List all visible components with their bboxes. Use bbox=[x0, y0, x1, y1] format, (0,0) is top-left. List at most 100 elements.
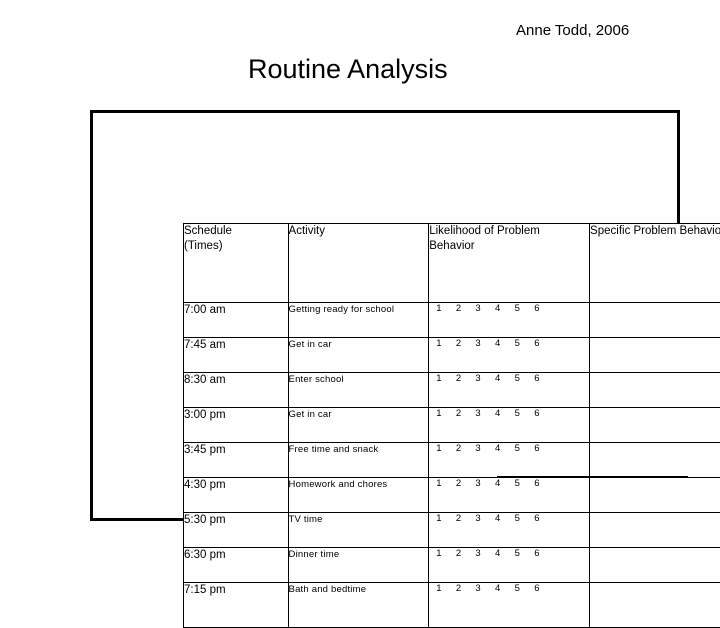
likelihood-option-4[interactable]: 4 bbox=[495, 548, 515, 560]
column-header-activity: Activity bbox=[288, 224, 429, 303]
cell-specific-problem-behavior[interactable] bbox=[590, 408, 720, 443]
likelihood-option-4[interactable]: 4 bbox=[495, 583, 515, 595]
column-header-likelihood-line1: Likelihood of Problem bbox=[429, 224, 589, 239]
likelihood-option-6[interactable]: 6 bbox=[534, 338, 554, 350]
cell-schedule-time: 5:30 pm bbox=[184, 513, 289, 548]
table-row: 8:30 amEnter school 123456 bbox=[184, 373, 720, 408]
cell-activity: Enter school bbox=[288, 373, 429, 408]
cell-specific-problem-behavior[interactable] bbox=[590, 548, 720, 583]
table-row: 6:30 pmDinner time123456 bbox=[184, 548, 720, 583]
likelihood-option-4[interactable]: 4 bbox=[495, 478, 515, 490]
cell-specific-problem-behavior[interactable] bbox=[590, 513, 720, 548]
likelihood-option-3[interactable]: 3 bbox=[475, 303, 495, 315]
likelihood-scale: 123456 bbox=[436, 548, 554, 560]
likelihood-option-5[interactable]: 5 bbox=[515, 548, 535, 560]
likelihood-option-5[interactable]: 5 bbox=[515, 338, 535, 350]
page-title: Routine Analysis bbox=[248, 52, 498, 86]
cell-specific-problem-behavior[interactable] bbox=[590, 373, 720, 408]
likelihood-option-2[interactable]: 2 bbox=[456, 478, 476, 490]
cell-likelihood-scale: 123456 bbox=[429, 478, 590, 513]
cell-likelihood-scale: 123456 bbox=[429, 583, 590, 628]
likelihood-option-6[interactable]: 6 bbox=[534, 513, 554, 525]
likelihood-option-4[interactable]: 4 bbox=[495, 513, 515, 525]
column-header-schedule-line2: (Times) bbox=[184, 239, 288, 254]
cell-specific-problem-behavior[interactable] bbox=[590, 338, 720, 373]
table-header-row: Schedule (Times) Activity Likelihood of … bbox=[184, 224, 720, 303]
routine-analysis-table-frame: Schedule (Times) Activity Likelihood of … bbox=[90, 110, 680, 521]
cell-likelihood-scale: 123456 bbox=[429, 513, 590, 548]
likelihood-option-2[interactable]: 2 bbox=[456, 443, 476, 455]
likelihood-option-5[interactable]: 5 bbox=[515, 373, 535, 385]
likelihood-option-3[interactable]: 3 bbox=[475, 513, 495, 525]
likelihood-option-2[interactable]: 2 bbox=[456, 408, 476, 420]
column-header-schedule: Schedule (Times) bbox=[184, 224, 289, 303]
likelihood-option-6[interactable]: 6 bbox=[534, 583, 554, 595]
cell-activity: Free time and snack bbox=[288, 443, 429, 478]
cell-specific-problem-behavior[interactable] bbox=[590, 443, 720, 478]
table-row: 7:15 pmBath and bedtime123456 bbox=[184, 583, 720, 628]
likelihood-option-2[interactable]: 2 bbox=[456, 303, 476, 315]
likelihood-option-5[interactable]: 5 bbox=[515, 583, 535, 595]
likelihood-scale: 123456 bbox=[436, 373, 554, 385]
likelihood-option-6[interactable]: 6 bbox=[534, 303, 554, 315]
cell-specific-problem-behavior[interactable] bbox=[590, 478, 720, 513]
cell-likelihood-scale: 123456 bbox=[429, 373, 590, 408]
likelihood-option-2[interactable]: 2 bbox=[456, 338, 476, 350]
column-header-specific-line1: Specific Problem Behavior bbox=[590, 224, 720, 239]
likelihood-option-2[interactable]: 2 bbox=[456, 373, 476, 385]
likelihood-option-4[interactable]: 4 bbox=[495, 373, 515, 385]
likelihood-scale: 123456 bbox=[436, 338, 554, 350]
likelihood-option-5[interactable]: 5 bbox=[515, 513, 535, 525]
likelihood-option-1[interactable]: 1 bbox=[436, 548, 456, 560]
likelihood-scale: 123456 bbox=[436, 513, 554, 525]
likelihood-option-6[interactable]: 6 bbox=[534, 408, 554, 420]
table-row: 4:30 pmHomework and chores123456 bbox=[184, 478, 720, 513]
table-row: 3:45 pmFree time and snack123456 bbox=[184, 443, 720, 478]
likelihood-option-1[interactable]: 1 bbox=[436, 583, 456, 595]
cell-schedule-time: 8:30 am bbox=[184, 373, 289, 408]
cell-activity: Getting ready for school bbox=[288, 303, 429, 338]
routine-analysis-table: Schedule (Times) Activity Likelihood of … bbox=[183, 223, 720, 628]
likelihood-option-4[interactable]: 4 bbox=[495, 408, 515, 420]
likelihood-option-1[interactable]: 1 bbox=[436, 513, 456, 525]
column-header-activity-line1: Activity bbox=[289, 224, 429, 239]
likelihood-option-4[interactable]: 4 bbox=[495, 443, 515, 455]
likelihood-option-1[interactable]: 1 bbox=[436, 443, 456, 455]
likelihood-option-6[interactable]: 6 bbox=[534, 478, 554, 490]
likelihood-option-6[interactable]: 6 bbox=[534, 548, 554, 560]
likelihood-option-3[interactable]: 3 bbox=[475, 408, 495, 420]
likelihood-option-3[interactable]: 3 bbox=[475, 548, 495, 560]
likelihood-option-4[interactable]: 4 bbox=[495, 303, 515, 315]
likelihood-option-5[interactable]: 5 bbox=[515, 478, 535, 490]
likelihood-option-2[interactable]: 2 bbox=[456, 583, 476, 595]
cell-activity: Get in car bbox=[288, 408, 429, 443]
likelihood-option-2[interactable]: 2 bbox=[456, 513, 476, 525]
cell-specific-problem-behavior[interactable] bbox=[590, 303, 720, 338]
likelihood-option-5[interactable]: 5 bbox=[515, 443, 535, 455]
cell-specific-problem-behavior[interactable] bbox=[590, 583, 720, 628]
likelihood-option-3[interactable]: 3 bbox=[475, 478, 495, 490]
likelihood-option-5[interactable]: 5 bbox=[515, 408, 535, 420]
likelihood-option-1[interactable]: 1 bbox=[436, 303, 456, 315]
likelihood-option-3[interactable]: 3 bbox=[475, 338, 495, 350]
likelihood-option-2[interactable]: 2 bbox=[456, 548, 476, 560]
likelihood-option-3[interactable]: 3 bbox=[475, 443, 495, 455]
likelihood-scale: 123456 bbox=[436, 478, 554, 490]
column-header-schedule-line1: Schedule bbox=[184, 224, 288, 239]
likelihood-option-1[interactable]: 1 bbox=[436, 373, 456, 385]
likelihood-option-1[interactable]: 1 bbox=[436, 478, 456, 490]
cell-likelihood-scale: 123456 bbox=[429, 443, 590, 478]
cell-likelihood-scale: 123456 bbox=[429, 338, 590, 373]
likelihood-option-3[interactable]: 3 bbox=[475, 583, 495, 595]
likelihood-option-1[interactable]: 1 bbox=[436, 338, 456, 350]
likelihood-option-1[interactable]: 1 bbox=[436, 408, 456, 420]
likelihood-option-5[interactable]: 5 bbox=[515, 303, 535, 315]
likelihood-option-4[interactable]: 4 bbox=[495, 338, 515, 350]
likelihood-scale: 123456 bbox=[436, 583, 554, 595]
cell-likelihood-scale: 123456 bbox=[429, 408, 590, 443]
likelihood-option-3[interactable]: 3 bbox=[475, 373, 495, 385]
likelihood-option-6[interactable]: 6 bbox=[534, 373, 554, 385]
cell-schedule-time: 4:30 pm bbox=[184, 478, 289, 513]
cell-likelihood-scale: 123456 bbox=[429, 303, 590, 338]
likelihood-option-6[interactable]: 6 bbox=[534, 443, 554, 455]
